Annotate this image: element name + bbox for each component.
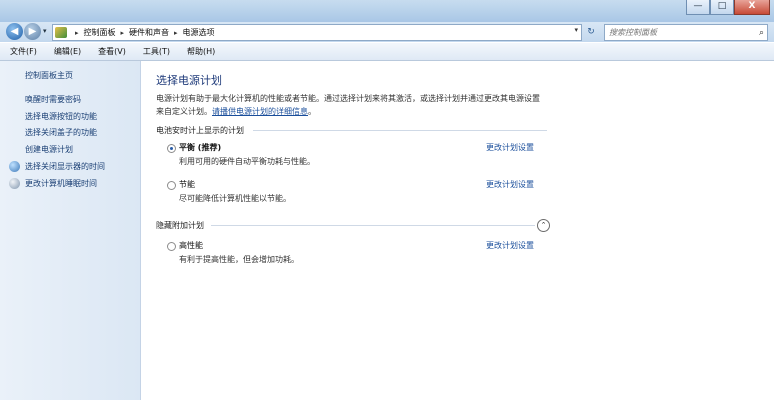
minimize-button[interactable]: — [686,0,710,15]
group-heading-hidden: 隐藏附加计划 [156,221,204,230]
chevron-right-icon[interactable]: ▸ [75,29,79,37]
plan-desc-power-saver: 尽可能降低计算机性能以节能。 [179,194,291,203]
breadcrumb-hardware-sound[interactable]: 硬件和声音 [129,27,169,38]
menu-tools[interactable]: 工具(T) [136,46,177,57]
plan-radio-high-performance[interactable] [167,242,176,251]
plan-radio-power-saver[interactable] [167,181,176,190]
sidebar-link-require-password[interactable]: 唤醒时需要密码 [25,94,81,105]
breadcrumb-control-panel[interactable]: 控制面板 [84,27,116,38]
window-titlebar: — □ X [0,0,774,22]
menu-edit[interactable]: 编辑(E) [47,46,88,57]
chevron-right-icon[interactable]: ▸ [174,29,178,37]
sidebar-link-sleep-time[interactable]: 更改计算机睡眠时间 [25,178,97,189]
page-description: 电源计划有助于最大化计算机的性能或者节能。通过选择计划来将其激活，或选择计划并通… [156,92,556,118]
page-title: 选择电源计划 [156,74,222,87]
chevron-up-icon[interactable]: ⌃ [537,219,550,232]
close-button[interactable]: X [734,0,770,15]
plan-desc-high-performance: 有利于提高性能，但会增加功耗。 [179,255,299,264]
group-heading-battery: 电池安时计上显示的计划 [156,126,244,135]
arrow-right-icon: ▶ [28,26,37,37]
change-plan-settings-link-balanced[interactable]: 更改计划设置 [486,142,534,153]
maximize-button[interactable]: □ [710,0,734,15]
group-divider [253,130,547,131]
menu-help[interactable]: 帮助(H) [180,46,222,57]
window-controls: — □ X [686,0,770,15]
forward-button[interactable]: ▶ [24,23,41,40]
sidebar-link-create-plan[interactable]: 创建电源计划 [25,144,73,155]
description-text-2: 来自定义计划。 [156,107,212,116]
description-text: 电源计划有助于最大化计算机的性能或者节能。通过选择计划来将其激活，或选择计划并通… [156,94,540,103]
menu-view[interactable]: 查看(V) [91,46,133,57]
sidebar-link-display-off[interactable]: 选择关闭显示器的时间 [25,161,105,172]
change-plan-settings-link-high-performance[interactable]: 更改计划设置 [486,240,534,251]
change-plan-settings-link-power-saver[interactable]: 更改计划设置 [486,179,534,190]
control-panel-icon [55,27,67,38]
sidebar-link-power-button[interactable]: 选择电源按钮的功能 [25,111,97,122]
plan-desc-balanced: 利用可用的硬件自动平衡功耗与性能。 [179,157,315,166]
navigation-bar: ◀ ▶ ▾ ▸ 控制面板 ▸ 硬件和声音 ▸ 电源选项 ▾ ↻ ⌕ [0,22,774,42]
search-icon[interactable]: ⌕ [759,28,764,38]
search-box: ⌕ [604,24,768,41]
breadcrumb-power-options[interactable]: 电源选项 [183,27,215,38]
back-button[interactable]: ◀ [6,23,23,40]
arrow-left-icon: ◀ [10,26,19,37]
monitor-icon [9,161,20,172]
plan-radio-balanced[interactable] [167,144,176,153]
moon-icon [9,178,20,189]
address-bar[interactable]: ▸ 控制面板 ▸ 硬件和声音 ▸ 电源选项 ▾ [52,24,582,41]
sidebar-link-close-lid[interactable]: 选择关闭盖子的功能 [25,127,97,138]
search-input[interactable] [605,28,753,37]
plan-details-link[interactable]: 请播供电源计划的详细信息 [212,107,308,116]
menu-bar: 文件(F) 编辑(E) 查看(V) 工具(T) 帮助(H) [0,43,774,61]
plan-name-balanced: 平衡 (推荐) [179,143,222,152]
plan-name-power-saver: 节能 [179,180,195,189]
sidebar-link-control-panel-home[interactable]: 控制面板主页 [25,70,73,81]
refresh-button[interactable]: ↻ [584,25,598,39]
menu-file[interactable]: 文件(F) [3,46,44,57]
main-content: 选择电源计划 电源计划有助于最大化计算机的性能或者节能。通过选择计划来将其激活，… [141,61,774,400]
address-dropdown-icon[interactable]: ▾ [574,26,578,34]
plan-name-high-performance: 高性能 [179,241,203,250]
recent-pages-dropdown[interactable]: ▾ [43,27,47,35]
chevron-right-icon[interactable]: ▸ [121,29,125,37]
sidebar: 控制面板主页 唤醒时需要密码 选择电源按钮的功能 选择关闭盖子的功能 创建电源计… [0,61,141,400]
description-period: 。 [308,107,316,116]
group-divider [211,225,535,226]
